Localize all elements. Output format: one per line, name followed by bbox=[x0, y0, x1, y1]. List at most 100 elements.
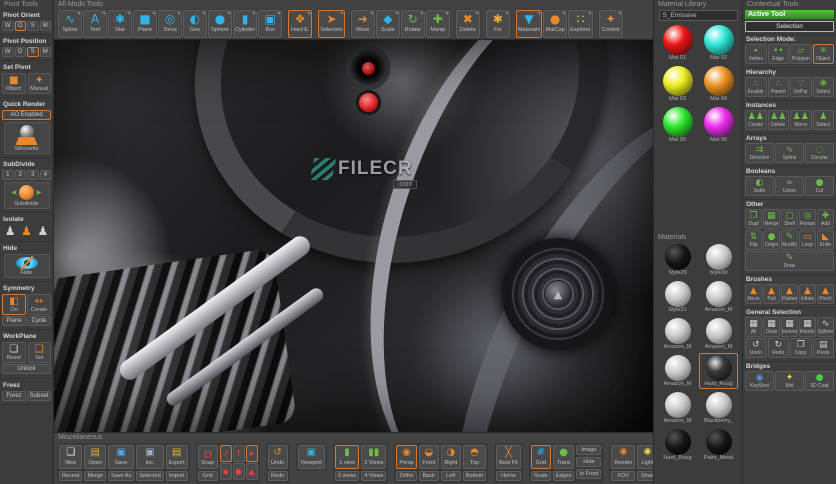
ctx-subtr-button[interactable]: ◐Subtr bbox=[745, 176, 774, 196]
bottom-viewport-button[interactable]: ▣Viewport bbox=[298, 445, 325, 469]
ctx-enable-button[interactable]: ∴Enable bbox=[745, 77, 767, 97]
ctx-delete-button[interactable]: ♟♟Delete bbox=[768, 110, 790, 130]
symmetry-create-button[interactable]: ↔Create bbox=[27, 294, 51, 315]
pivot-position-m[interactable]: M bbox=[40, 47, 52, 57]
bottom-save-as-button[interactable]: Save As bbox=[108, 471, 134, 481]
ctx-knife-button[interactable]: ◣Knife bbox=[817, 230, 834, 250]
ctx-undo-button[interactable]: ↺Undo bbox=[745, 338, 767, 358]
ctx-object-button[interactable]: ✳Object bbox=[813, 44, 835, 64]
bottom-save-button[interactable]: ▣Save bbox=[108, 445, 134, 469]
bottom-fov-button[interactable]: FOV bbox=[611, 471, 635, 481]
tool-spline[interactable]: ∿Spline bbox=[58, 10, 82, 38]
symmetry-plane-button[interactable]: Plane bbox=[2, 316, 26, 326]
snap-option-5[interactable]: ▲ bbox=[246, 463, 258, 480]
ctx-select-button[interactable]: ♟Select bbox=[813, 110, 835, 130]
bottom-merge-button[interactable]: Merge bbox=[84, 471, 106, 481]
bottom-undo-button[interactable]: ↺Undo bbox=[268, 445, 288, 469]
bottom-recent-button[interactable]: Recent bbox=[59, 471, 82, 481]
bottom-best-fit-button[interactable]: ╳Best Fit bbox=[496, 445, 521, 469]
subdivide-level-1[interactable]: 1 bbox=[2, 170, 14, 180]
snap-option-2[interactable]: ➤ bbox=[246, 445, 258, 462]
pivot-position-o[interactable]: O bbox=[15, 47, 27, 57]
snap-option-3[interactable]: ◆ bbox=[220, 463, 232, 480]
symmetry-on-button[interactable]: ◧On bbox=[2, 294, 26, 315]
ctx-splines-button[interactable]: ∿Splines bbox=[817, 317, 834, 337]
material-thumb-amazon-m-3[interactable]: Amazon_M bbox=[699, 279, 738, 315]
ctx-pull-button[interactable]: ▲Pull bbox=[763, 284, 780, 304]
workplane-set-button[interactable]: ❏Set bbox=[28, 342, 52, 363]
material-thumb-amazon-m-5[interactable]: Amazon_M bbox=[699, 316, 738, 352]
ctx-pinch-button[interactable]: ▲Pinch bbox=[817, 284, 834, 304]
ctx-unpar-button[interactable]: ∵UnPar bbox=[790, 77, 812, 97]
material-thumb-amazon-m-6[interactable]: Amazon_M bbox=[658, 353, 697, 389]
bottom-home-button[interactable]: Home bbox=[496, 471, 521, 481]
material-mat-05[interactable]: Mat 05 bbox=[658, 105, 697, 145]
material-mat-01[interactable]: Mat 01 bbox=[658, 23, 697, 63]
bottom-back-button[interactable]: Back bbox=[419, 471, 439, 481]
symmetry-cycle-button[interactable]: Cycle bbox=[27, 316, 51, 326]
bottom-bottom-button[interactable]: Bottom bbox=[463, 471, 486, 481]
set-pivot-manual-button[interactable]: ✦Manual bbox=[28, 73, 52, 94]
pivot-position-s[interactable]: S bbox=[27, 47, 39, 57]
bottom-2-views-button[interactable]: ▮▮2 Views bbox=[361, 445, 386, 469]
ctx-select-button[interactable]: ❋Select bbox=[813, 77, 835, 97]
bottom-edges-button[interactable]: Edges bbox=[553, 471, 575, 481]
bottom-inc-button[interactable]: ▣Inc. bbox=[136, 445, 163, 469]
ctx-copy-button[interactable]: ❐Copy bbox=[790, 338, 812, 358]
bottom-snap-button[interactable]: ΩSnap bbox=[198, 445, 218, 469]
tool-rotate[interactable]: ↻Rotate bbox=[401, 10, 425, 38]
subdivide-level-4[interactable]: 4 bbox=[40, 170, 52, 180]
bottom-1-view-button[interactable]: ▮1 view bbox=[335, 445, 359, 469]
bottom-scale-button[interactable]: Scale bbox=[531, 471, 551, 481]
tool-explorer[interactable]: ∷Explorer bbox=[568, 10, 592, 38]
material-thumb-hard-roug-7[interactable]: Hard_Roug bbox=[699, 353, 738, 389]
ctx-move-button[interactable]: ▲Move bbox=[745, 284, 762, 304]
ctx-flatten-button[interactable]: ▲Flatten bbox=[781, 284, 798, 304]
ctx-draw-button[interactable]: ✎Draw bbox=[745, 251, 834, 271]
material-thumb-style29-0[interactable]: Style29 bbox=[658, 242, 697, 278]
isolate-figure-2-icon[interactable]: ♟ bbox=[37, 225, 48, 238]
tool-star[interactable]: ✱Star bbox=[108, 10, 132, 38]
bottom-image-button[interactable]: Image bbox=[576, 445, 601, 455]
bottom-hide-button[interactable]: Hide bbox=[576, 457, 601, 467]
snap-option-1[interactable]: ↑ bbox=[233, 445, 245, 462]
ctx-clear-button[interactable]: ▦Clear bbox=[763, 317, 780, 337]
bottom-left-button[interactable]: Left bbox=[441, 471, 461, 481]
tool-sphere[interactable]: ●Sphere bbox=[208, 10, 232, 38]
ctx-direction-button[interactable]: ⇉Direction bbox=[745, 143, 774, 163]
bottom-top-button[interactable]: ◓Top bbox=[463, 445, 486, 469]
subdivide-button[interactable]: ➤➤Subdivide bbox=[4, 182, 50, 209]
ctx-all-button[interactable]: ▦All bbox=[745, 317, 762, 337]
ctx-polygon-button[interactable]: ▱Polygon bbox=[790, 44, 812, 64]
bottom-redo-button[interactable]: Redo bbox=[268, 471, 288, 481]
material-mat-02[interactable]: Mat 02 bbox=[699, 23, 738, 63]
tool-matcap[interactable]: ●MatCap bbox=[543, 10, 567, 38]
ao-enabled-toggle[interactable]: AO Enabled bbox=[2, 110, 51, 120]
ctx-add-button[interactable]: ✚Add bbox=[817, 209, 834, 229]
material-search-input[interactable] bbox=[659, 10, 738, 21]
workplane-reset-button[interactable]: ❏Reset bbox=[2, 342, 26, 363]
ctx-cut-button[interactable]: ●Cut bbox=[805, 176, 834, 196]
ctx-union-button[interactable]: ∞Union bbox=[775, 176, 804, 196]
silhouette-button[interactable]: Silhouette bbox=[4, 122, 50, 154]
material-thumb-style31-2[interactable]: Style31 bbox=[658, 279, 697, 315]
material-mat-04[interactable]: Mat 04 bbox=[699, 64, 738, 104]
subdivide-level-2[interactable]: 2 bbox=[15, 170, 27, 180]
pivot-position-w[interactable]: W bbox=[2, 47, 14, 57]
bottom-grid-button[interactable]: #Grid bbox=[531, 445, 551, 469]
ctx-spline-button[interactable]: ∿Spline bbox=[775, 143, 804, 163]
bottom-ortho-button[interactable]: Ortho bbox=[396, 471, 416, 481]
snap-option-4[interactable]: ● bbox=[233, 463, 245, 480]
tool-selection[interactable]: ➤Selection bbox=[318, 10, 345, 38]
ctx-paste-button[interactable]: ▤Paste bbox=[813, 338, 835, 358]
tool-scale[interactable]: ◆Scale bbox=[376, 10, 400, 38]
ctx-parent-button[interactable]: ∴Parent bbox=[768, 77, 790, 97]
snap-option-0[interactable]: ↗ bbox=[220, 445, 232, 462]
subdivide-level-3[interactable]: 3 bbox=[27, 170, 39, 180]
tool-delete[interactable]: ✖Delete bbox=[456, 10, 480, 38]
bottom-persp-button[interactable]: ◉Persp bbox=[396, 445, 416, 469]
material-thumb-style30-1[interactable]: Style30 bbox=[699, 242, 738, 278]
bottom-4-views-button[interactable]: 4 Views bbox=[361, 471, 386, 481]
tool-hard-e[interactable]: ❖Hard E. bbox=[288, 10, 312, 38]
ctx-flip-button[interactable]: ⇅Flip bbox=[745, 230, 762, 250]
